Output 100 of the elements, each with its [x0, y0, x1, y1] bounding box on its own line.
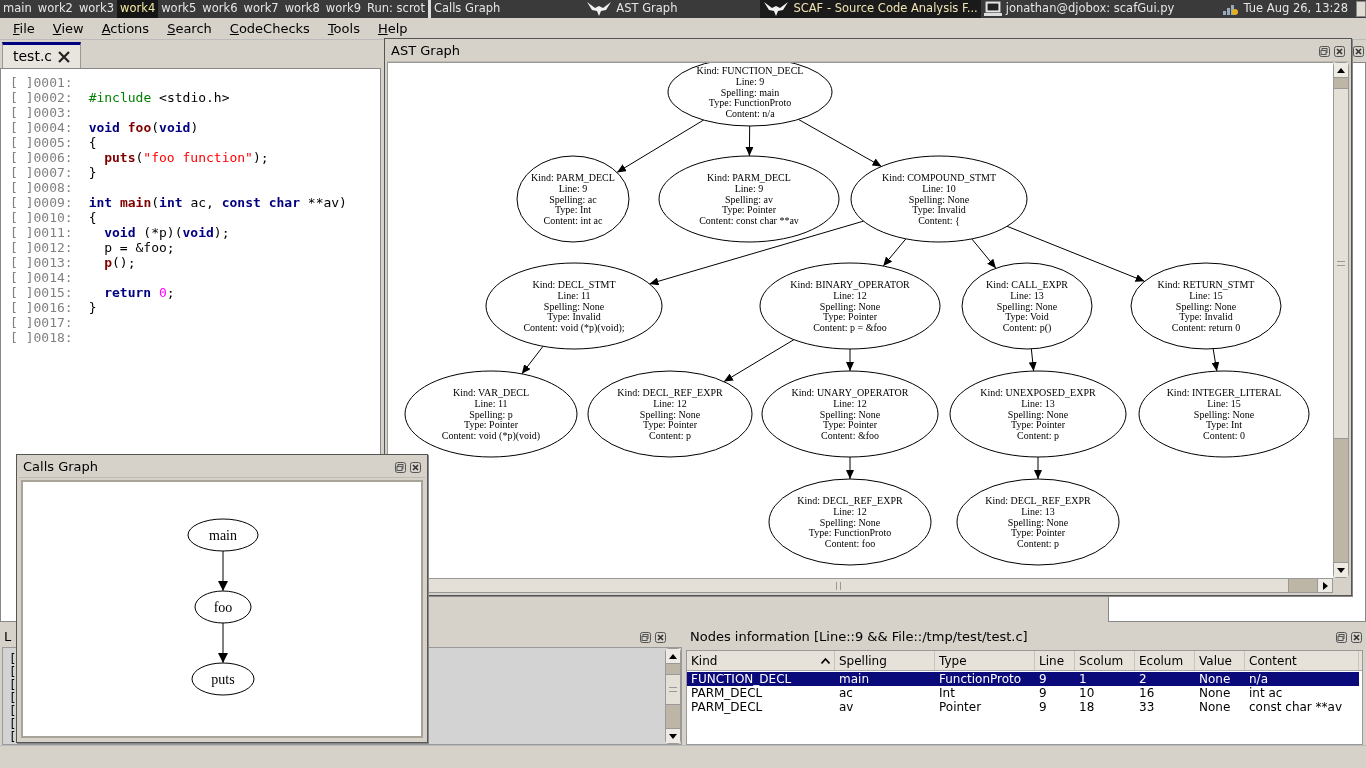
file-tab[interactable]: test.c [2, 42, 82, 68]
clock[interactable]: Tue Aug 26, 13:28 [1243, 0, 1356, 18]
column-header[interactable]: Line [1035, 651, 1075, 670]
table-cell: 18 [1079, 700, 1095, 714]
float-icon[interactable] [640, 631, 651, 643]
task-button[interactable]: SCAF - Source Code Analysis F... [760, 0, 981, 18]
workspace-tab[interactable]: work3 [75, 0, 118, 18]
node-label: puts [211, 672, 235, 687]
column-header[interactable]: Type [935, 651, 1035, 670]
column-header[interactable]: Kind [687, 651, 835, 670]
ast-node[interactable]: Kind: CALL_EXPR Line: 13 Spelling: None Type: Void Content: p() [961, 262, 1093, 350]
table-cell: 9 [1039, 686, 1047, 700]
float-icon[interactable] [1336, 631, 1347, 643]
table-cell: FunctionProto [939, 672, 1022, 686]
line-number: [ ]0005: [10, 135, 73, 150]
menu-item[interactable]: Tools [327, 18, 360, 39]
column-header[interactable]: Ecolum [1135, 651, 1195, 670]
code-line: puts("foo function"); [104, 150, 269, 165]
close-icon[interactable] [1353, 45, 1364, 57]
ast-node[interactable]: Kind: DECL_STMT Line: 11 Spelling: None Type: Invalid Content: void (*p)(void); [485, 262, 663, 350]
workspace-tab[interactable]: main [0, 0, 35, 18]
code-line: } [88, 165, 97, 180]
table-cell: 9 [1039, 672, 1047, 686]
ast-node[interactable]: Kind: PARM_DECL Line: 9 Spelling: av Type: Pointer Content: const char **av [658, 155, 840, 243]
ast-node[interactable]: Kind: DECL_REF_EXPR Line: 12 Spelling: None Type: Pointer Content: p [587, 370, 753, 458]
ast-node[interactable]: Kind: UNARY_OPERATOR Line: 12 Spelling: None Type: Pointer Content: &foo [761, 370, 939, 458]
down-arrow-icon[interactable] [669, 733, 677, 739]
call-node[interactable]: main [187, 518, 259, 552]
signal-icon[interactable] [1221, 2, 1238, 16]
call-node[interactable]: foo [194, 590, 252, 624]
table-cell: None [1199, 672, 1231, 686]
ast-node[interactable]: Kind: BINARY_OPERATOR Line: 12 Spelling: None Type: Pointer Content: p = &foo [759, 262, 941, 350]
column-header[interactable]: Spelling [835, 651, 935, 670]
float-icon[interactable] [1319, 45, 1330, 57]
menu-item[interactable]: View [52, 18, 84, 39]
call-node[interactable]: puts [191, 662, 255, 696]
tray-icon[interactable] [1356, 1, 1366, 17]
ast-node[interactable]: Kind: INTEGER_LITERAL Line: 15 Spelling: None Type: Int Content: 0 [1138, 370, 1310, 458]
workspace-tab[interactable]: work9 [322, 0, 364, 18]
task-button[interactable]: Calls Graph [430, 0, 504, 18]
graph-canvas[interactable]: main foo puts [21, 480, 423, 738]
run-prompt[interactable]: Run: scrot [364, 0, 431, 18]
ast-node[interactable]: Kind: VAR_DECL Line: 11 Spelling: p Type: Pointer Content: void (*p)(void) [404, 370, 578, 458]
node-label: Kind: CALL_EXPR Line: 13 Spelling: None Type: Void Content: p() [986, 279, 1068, 333]
task-button[interactable]: jonathan@djobox: scafGui.py [980, 0, 1178, 18]
table-cell: n/a [1249, 672, 1268, 686]
node-label: Kind: FUNCTION_DECL Line: 9 Spelling: main Type: FunctionProto Content: n/a [696, 65, 804, 119]
workspace-tab[interactable]: work4 [117, 0, 159, 18]
up-arrow-icon[interactable] [1337, 67, 1345, 73]
column-header[interactable]: Scolum [1075, 651, 1135, 670]
close-icon[interactable] [1351, 631, 1362, 643]
column-header[interactable]: Content [1245, 651, 1359, 670]
workspace-tab[interactable]: work8 [281, 0, 323, 18]
vertical-scrollbar[interactable] [1333, 62, 1349, 578]
task-button[interactable]: AST Graph [583, 0, 681, 18]
ast-node[interactable]: Kind: FUNCTION_DECL Line: 9 Spelling: main Type: FunctionProto Content: n/a [667, 63, 833, 127]
table-row[interactable]: PARM_DECL av Pointer 9 18 33 None const char **av [687, 700, 1359, 714]
table-row[interactable]: PARM_DECL ac Int 9 10 16 None int ac [687, 686, 1359, 700]
table-cell: 16 [1139, 686, 1155, 700]
workspace-tab[interactable]: work6 [199, 0, 241, 18]
code-line: { [88, 135, 97, 150]
close-icon[interactable] [1334, 45, 1345, 57]
menu-item[interactable]: CodeChecks [229, 18, 310, 39]
close-icon[interactable] [410, 461, 421, 473]
menu-item[interactable]: Actions [101, 18, 150, 39]
line-number: [ ]0016: [10, 300, 73, 315]
vertical-scrollbar[interactable] [665, 648, 681, 744]
down-arrow-icon[interactable] [1337, 567, 1345, 573]
workspace-tab[interactable]: work2 [34, 0, 76, 18]
close-icon[interactable] [655, 631, 666, 643]
node-label: Kind: INTEGER_LITERAL Line: 15 Spelling: None Type: Int Content: 0 [1166, 387, 1282, 441]
table-cell: 9 [1039, 700, 1047, 714]
line-number: [ ]0003: [10, 105, 73, 120]
edge-arrow [521, 345, 544, 375]
edge-arrow [745, 125, 754, 157]
float-icon[interactable] [395, 461, 406, 473]
line-number: [ ]0017: [10, 315, 73, 330]
up-arrow-icon[interactable] [669, 653, 677, 659]
workspace-tab[interactable]: work5 [158, 0, 200, 18]
column-header[interactable]: Value [1195, 651, 1245, 670]
close-icon[interactable] [58, 50, 71, 63]
table-cell: None [1199, 686, 1231, 700]
table-cell: int ac [1249, 686, 1283, 700]
ast-node[interactable]: Kind: COMPOUND_STMT Line: 10 Spelling: None Type: Invalid Content: { [850, 155, 1028, 243]
ast-node[interactable]: Kind: PARM_DECL Line: 9 Spelling: ac Type: Int Content: int ac [516, 155, 630, 243]
ast-node[interactable]: Kind: UNEXPOSED_EXPR Line: 13 Spelling: None Type: Pointer Content: p [949, 370, 1127, 458]
menu-item[interactable]: File [13, 18, 35, 39]
ast-node[interactable]: Kind: DECL_REF_EXPR Line: 12 Spelling: None Type: FunctionProto Content: foo [768, 478, 932, 566]
code-line: { [88, 210, 97, 225]
menu-item[interactable]: Search [167, 18, 212, 39]
table-cell: None [1199, 700, 1231, 714]
table-row[interactable]: FUNCTION_DECL main FunctionProto 9 1 2 None n/a [687, 672, 1359, 686]
right-arrow-icon[interactable] [1322, 581, 1328, 590]
ast-node[interactable]: Kind: DECL_REF_EXPR Line: 13 Spelling: None Type: Pointer Content: p [956, 478, 1120, 566]
graph-canvas[interactable] [387, 62, 1333, 578]
table-cell: main [839, 672, 869, 686]
panel-title: Nodes information [Line::9 && File::/tmp/test/test.c] [690, 628, 1029, 647]
menu-item[interactable]: Help [377, 18, 408, 39]
ast-node[interactable]: Kind: RETURN_STMT Line: 15 Spelling: None Type: Invalid Content: return 0 [1130, 262, 1282, 350]
workspace-tab[interactable]: work7 [240, 0, 282, 18]
